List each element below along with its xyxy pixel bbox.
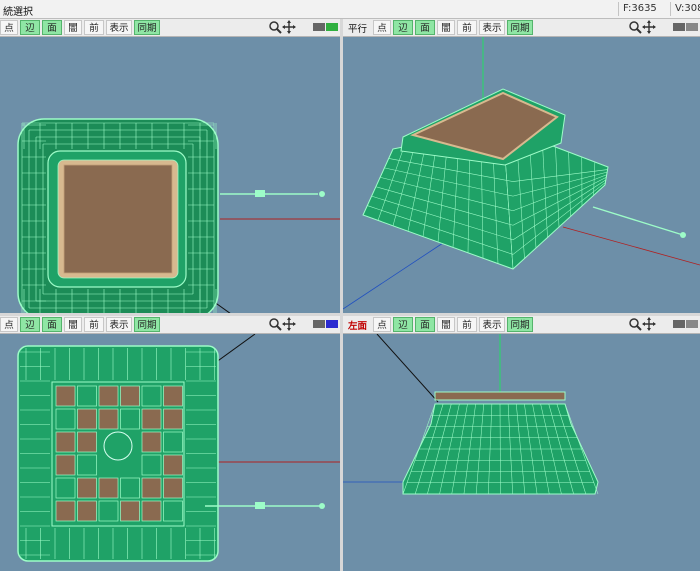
monitor-icon[interactable] <box>312 317 338 331</box>
toolbar-button-5[interactable]: 表示 <box>479 317 505 332</box>
toolbar-button-6[interactable]: 同期 <box>134 317 160 332</box>
viewport-perspective[interactable]: 平行点辺面闇前表示 同期 <box>343 19 700 313</box>
magnify-icon[interactable] <box>268 317 282 331</box>
magnify-icon[interactable] <box>268 20 282 34</box>
viewport-divider-vertical[interactable] <box>340 19 343 571</box>
toolbar-button-1[interactable]: 辺 <box>20 20 40 35</box>
viewport-toolbar: 点辺面闇前表示 同期 <box>0 316 340 334</box>
toolbar-button-0[interactable]: 点 <box>0 317 18 332</box>
toolbar-button-2[interactable]: 面 <box>415 20 435 35</box>
viewport-label: 左面 <box>348 321 368 332</box>
toolbar-button-4[interactable]: 前 <box>84 317 104 332</box>
magnify-icon[interactable] <box>628 20 642 34</box>
toolbar-button-2[interactable]: 面 <box>42 317 62 332</box>
viewport-label: 平行 <box>348 24 368 35</box>
toolbar-button-3[interactable]: 闇 <box>64 20 82 35</box>
toolbar-button-6[interactable]: 同期 <box>134 20 160 35</box>
toolbar-button-3[interactable]: 闇 <box>64 317 82 332</box>
toolbar-button-6[interactable]: 同期 <box>507 20 533 35</box>
toolbar-button-1[interactable]: 辺 <box>393 317 413 332</box>
toolbar-button-1[interactable]: 辺 <box>20 317 40 332</box>
toolbar-button-0[interactable]: 点 <box>0 20 18 35</box>
monitor-icon[interactable] <box>672 317 698 331</box>
toolbar-button-5[interactable]: 表示 <box>106 317 132 332</box>
toolbar-button-0[interactable]: 点 <box>373 317 391 332</box>
move-cross-icon[interactable] <box>282 317 296 331</box>
toolbar-button-1[interactable]: 辺 <box>393 20 413 35</box>
toolbar-button-3[interactable]: 闇 <box>437 20 455 35</box>
scene-perspective-view[interactable] <box>343 37 700 313</box>
scene-top-view[interactable] <box>0 37 340 313</box>
magnify-icon[interactable] <box>628 317 642 331</box>
toolbar-button-6[interactable]: 同期 <box>507 317 533 332</box>
status-bar: 続選択 F:3635 V:3081 <box>0 0 700 19</box>
viewport-divider-horizontal[interactable] <box>0 313 700 316</box>
viewport-toolbar: 平行点辺面闇前表示 同期 <box>343 19 700 37</box>
viewport-top[interactable]: 点辺面闇前表示 同期 <box>0 19 340 313</box>
monitor-icon[interactable] <box>312 20 338 34</box>
status-title: 続選択 <box>3 7 33 18</box>
viewport-toolbar: 左面点辺面闇前表示 同期 <box>343 316 700 334</box>
viewport-bottom[interactable]: 点辺面闇前表示 同期 <box>0 316 340 571</box>
toolbar-button-0[interactable]: 点 <box>373 20 391 35</box>
move-cross-icon[interactable] <box>642 317 656 331</box>
toolbar-button-4[interactable]: 前 <box>84 20 104 35</box>
toolbar-button-5[interactable]: 表示 <box>479 20 505 35</box>
toolbar-button-5[interactable]: 表示 <box>106 20 132 35</box>
scene-bottom-view[interactable] <box>0 334 340 571</box>
toolbar-button-2[interactable]: 面 <box>42 20 62 35</box>
viewport-toolbar: 点辺面闇前表示 同期 <box>0 19 340 37</box>
face-count: F:3635 <box>618 2 671 16</box>
vertex-count: V:3081 <box>670 2 700 16</box>
move-cross-icon[interactable] <box>282 20 296 34</box>
toolbar-button-4[interactable]: 前 <box>457 317 477 332</box>
toolbar-button-3[interactable]: 闇 <box>437 317 455 332</box>
toolbar-button-4[interactable]: 前 <box>457 20 477 35</box>
scene-left-view[interactable] <box>343 334 700 571</box>
move-cross-icon[interactable] <box>642 20 656 34</box>
viewport-left[interactable]: 左面点辺面闇前表示 同期 <box>343 316 700 571</box>
monitor-icon[interactable] <box>672 20 698 34</box>
toolbar-button-2[interactable]: 面 <box>415 317 435 332</box>
